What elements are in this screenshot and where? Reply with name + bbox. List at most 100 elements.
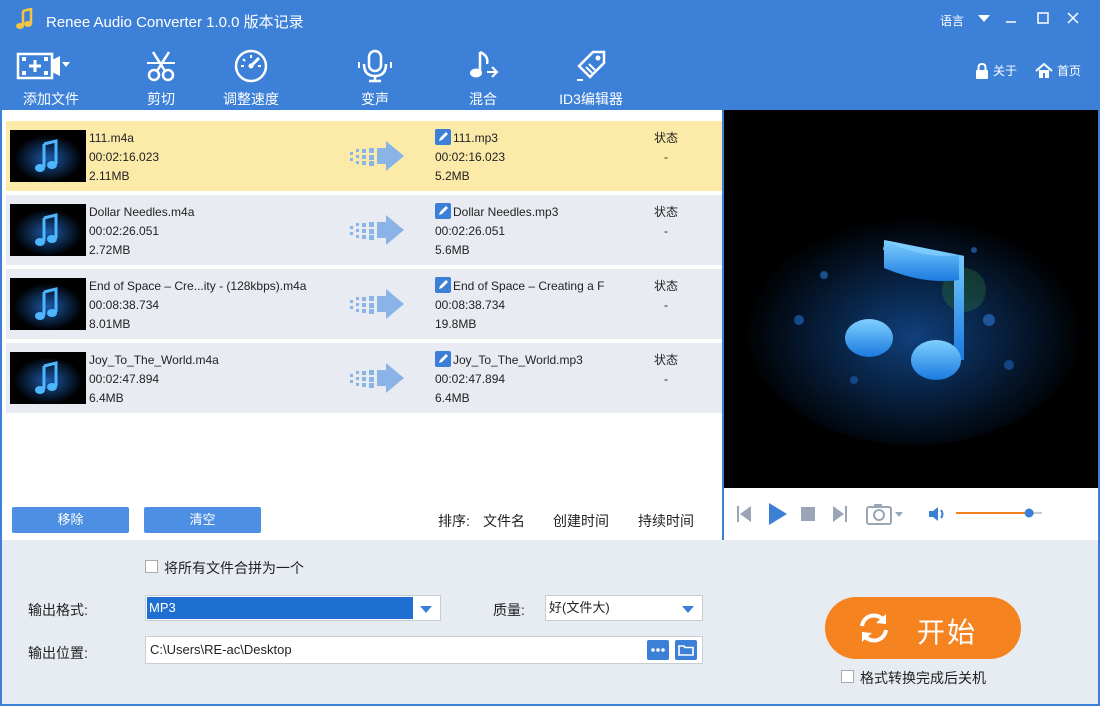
convert-arrow-icon	[350, 289, 404, 319]
mix-button[interactable]: 混合	[452, 38, 514, 110]
output-duration: 00:02:16.023	[435, 150, 506, 164]
source-size: 2.11MB	[89, 169, 130, 183]
cut-button[interactable]: 剪切	[128, 38, 194, 110]
home-link[interactable]: 首页	[1035, 62, 1081, 79]
source-size: 6.4MB	[89, 391, 124, 405]
output-info: 111.mp3 00:02:16.023 5.2MB	[435, 129, 611, 186]
language-menu[interactable]: 语言	[940, 12, 964, 29]
lock-icon	[976, 62, 988, 79]
output-filename: Dollar Needles.mp3	[453, 205, 559, 219]
volume-knob[interactable]	[1024, 508, 1034, 518]
language-dropdown-icon[interactable]	[978, 15, 990, 23]
snapshot-camera-icon[interactable]	[866, 503, 904, 525]
adjust-speed-button[interactable]: 调整速度	[214, 38, 288, 110]
format-select[interactable]: MP3	[145, 595, 441, 621]
list-footer: 移除 清空 排序: 文件名 创建时间 持续时间	[2, 500, 722, 540]
file-row[interactable]: End of Space – Cre...ity - (128kbps).m4a…	[6, 269, 722, 339]
output-info: End of Space – Creating a F 00:08:38.734…	[435, 277, 611, 334]
output-filename: Joy_To_The_World.mp3	[453, 353, 583, 367]
stop-icon[interactable]	[801, 507, 815, 521]
tag-edit-icon	[577, 50, 606, 81]
music-note-thumbnail-icon	[10, 278, 86, 330]
output-duration: 00:02:26.051	[435, 224, 506, 238]
edit-output-icon[interactable]	[435, 277, 451, 293]
file-row[interactable]: Dollar Needles.m4a 00:02:26.051 2.72MB D…	[6, 195, 722, 265]
shutdown-checkbox[interactable]	[841, 670, 854, 683]
source-duration: 00:02:16.023	[89, 150, 160, 164]
music-note-thumbnail-icon	[10, 204, 86, 256]
edit-output-icon[interactable]	[435, 129, 451, 145]
quality-label: 质量:	[493, 602, 525, 618]
music-note-thumbnail-icon	[10, 352, 86, 404]
volume-slider[interactable]	[954, 506, 1044, 520]
quality-value: 好(文件大)	[549, 600, 610, 615]
format-label: 输出格式:	[28, 602, 88, 618]
status-value: -	[664, 298, 668, 312]
location-label: 输出位置:	[28, 645, 88, 661]
more-dots-icon	[651, 648, 665, 652]
output-duration: 00:08:38.734	[435, 298, 506, 312]
file-list: 111.m4a 00:02:16.023 2.11MB 111.mp3 00:0…	[2, 110, 722, 540]
merge-label: 将所有文件合拼为一个	[164, 560, 304, 576]
status-label: 状态	[653, 131, 678, 145]
add-file-button[interactable]: 添加文件	[10, 38, 92, 110]
merge-checkbox[interactable]	[145, 560, 158, 573]
window-title: Renee Audio Converter 1.0.0 版本记录	[46, 14, 304, 31]
quality-select[interactable]: 好(文件大)	[545, 595, 703, 621]
home-label: 首页	[1057, 64, 1082, 78]
output-size: 6.4MB	[435, 391, 470, 405]
clear-button[interactable]: 清空	[144, 507, 261, 533]
status-label: 状态	[653, 353, 678, 367]
output-path-field[interactable]: C:\Users\RE-ac\Desktop	[145, 636, 703, 664]
media-player-controls	[724, 488, 1098, 540]
file-row[interactable]: Joy_To_The_World.m4a 00:02:47.894 6.4MB …	[6, 343, 722, 413]
status-cell: 状态 -	[646, 351, 686, 389]
about-link[interactable]: 关于	[975, 62, 1017, 79]
minimize-icon[interactable]	[1003, 10, 1019, 26]
adjust-speed-label: 调整速度	[223, 91, 279, 107]
voice-change-button[interactable]: 变声	[344, 38, 406, 110]
sort-by-name[interactable]: 文件名	[483, 511, 525, 531]
id3-editor-button[interactable]: ID3编辑器	[552, 38, 630, 110]
chevron-down-icon	[420, 606, 432, 613]
sort-label: 排序:	[438, 513, 470, 529]
id3-editor-label: ID3编辑器	[559, 91, 623, 107]
source-size: 8.01MB	[89, 317, 131, 331]
sort-by-created[interactable]: 创建时间	[553, 511, 609, 531]
music-note-logo-icon	[16, 8, 33, 29]
add-file-label: 添加文件	[23, 91, 79, 107]
output-path-value: C:\Users\RE-ac\Desktop	[150, 642, 292, 657]
title-bar: Renee Audio Converter 1.0.0 版本记录 语言	[0, 0, 1100, 38]
music-note-thumbnail-icon	[10, 130, 86, 182]
source-size: 2.72MB	[89, 243, 131, 257]
source-duration: 00:02:26.051	[89, 224, 160, 238]
sort-by-duration[interactable]: 持续时间	[638, 511, 694, 531]
volume-icon[interactable]	[928, 505, 948, 523]
status-value: -	[664, 150, 668, 164]
status-cell: 状态 -	[646, 277, 686, 315]
file-thumbnail	[10, 352, 86, 404]
play-icon[interactable]	[767, 502, 789, 526]
edit-output-icon[interactable]	[435, 351, 451, 367]
source-filename: 111.m4a	[89, 131, 134, 145]
previous-icon[interactable]	[736, 505, 752, 523]
status-value: -	[664, 224, 668, 238]
start-button[interactable]: 开始	[825, 597, 1021, 659]
convert-arrow-icon	[350, 215, 404, 245]
shutdown-label: 格式转换完成后关机	[860, 670, 986, 686]
file-row[interactable]: 111.m4a 00:02:16.023 2.11MB 111.mp3 00:0…	[6, 121, 722, 191]
status-label: 状态	[653, 205, 678, 219]
browse-more-button[interactable]	[647, 640, 669, 660]
edit-output-icon[interactable]	[435, 203, 451, 219]
close-icon[interactable]	[1065, 10, 1081, 26]
maximize-icon[interactable]	[1035, 10, 1051, 26]
remove-button[interactable]: 移除	[12, 507, 129, 533]
next-icon[interactable]	[832, 505, 848, 523]
source-info: 111.m4a 00:02:16.023 2.11MB	[89, 129, 319, 186]
output-info: Joy_To_The_World.mp3 00:02:47.894 6.4MB	[435, 351, 611, 408]
source-duration: 00:08:38.734	[89, 298, 160, 312]
source-filename: Joy_To_The_World.m4a	[89, 353, 219, 367]
mix-music-icon	[470, 50, 499, 78]
convert-arrow-icon	[350, 141, 404, 171]
open-folder-button[interactable]	[675, 640, 697, 660]
